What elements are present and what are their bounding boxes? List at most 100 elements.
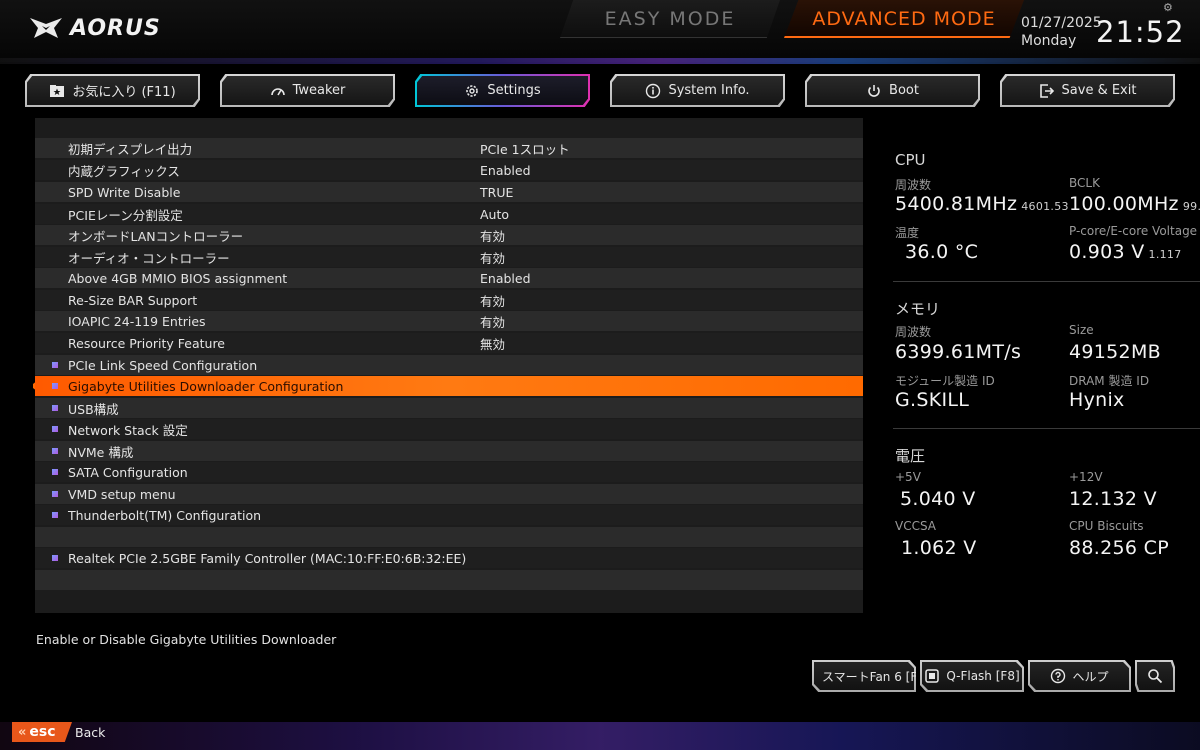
v12-value: 12.132 V (1069, 488, 1157, 510)
top-bar: AORUS EASY MODE ADVANCED MODE 01/27/2025… (0, 0, 1200, 62)
mem-freq-value: 6399.61MT/s (895, 341, 1022, 363)
bclk-main: 100.00MHz (1069, 193, 1179, 215)
submenu-item-selected[interactable]: Gigabyte Utilities Downloader Configurat… (35, 376, 863, 396)
setting-row[interactable]: オーディオ・コントローラー 有効 (35, 247, 863, 267)
tab-boot[interactable]: Boot (805, 74, 980, 107)
setting-value[interactable]: 無効 (480, 334, 505, 353)
search-button[interactable] (1135, 660, 1175, 692)
mem-freq-label: 周波数 (895, 325, 932, 339)
cpu-temp-label: 温度 (895, 226, 920, 240)
submenu-bullet-icon (52, 405, 58, 411)
dram-id-label: DRAM 製造 ID (1069, 374, 1150, 388)
v5-value: 5.040 V (900, 488, 976, 510)
setting-row[interactable]: Resource Priority Feature 無効 (35, 333, 863, 353)
help-label: ヘルプ (1072, 669, 1109, 684)
gauge-icon (270, 87, 285, 95)
info-divider (893, 428, 1200, 429)
setting-label: IOAPIC 24-119 Entries (68, 313, 206, 329)
submenu-bullet-icon (52, 555, 58, 561)
back-button[interactable]: Back (75, 725, 105, 740)
tab-save-exit[interactable]: Save & Exit (1000, 74, 1175, 107)
setting-label: Re-Size BAR Support (68, 292, 198, 308)
setting-row[interactable]: PCIEレーン分割設定 Auto (35, 204, 863, 224)
submenu-item[interactable]: Thunderbolt(TM) Configuration (35, 505, 863, 525)
tab-favorites[interactable]: お気に入り (F11) (25, 74, 200, 107)
easy-mode-button[interactable]: EASY MODE (560, 0, 780, 38)
bclk-label: BCLK (1069, 176, 1100, 190)
weekday-text: Monday (1021, 33, 1077, 49)
submenu-item[interactable]: SATA Configuration (35, 462, 863, 482)
cpu-freq-label: 周波数 (895, 178, 932, 192)
setting-row[interactable]: 初期ディスプレイ出力 PCIe 1スロット (35, 138, 863, 158)
date-display: 01/27/2025 Monday (1021, 14, 1102, 50)
mem-size-value: 49152MB (1069, 341, 1161, 363)
cpu-biscuits-value: 88.256 CP (1069, 537, 1169, 559)
qflash-label: Q-Flash [F8] (946, 669, 1020, 683)
esc-label: esc (29, 724, 56, 740)
submenu-item[interactable]: Network Stack 設定 (35, 419, 863, 439)
setting-label: 初期ディスプレイ出力 (68, 141, 193, 157)
module-id-value: G.SKILL (895, 389, 970, 411)
smart-fan-button[interactable]: スマートFan 6 [F (812, 660, 916, 692)
submenu-label: NVMe 構成 (68, 444, 134, 460)
submenu-item[interactable]: PCIe Link Speed Configuration (35, 355, 863, 375)
memory-section-title: メモリ (895, 300, 941, 318)
submenu-label: USB構成 (68, 401, 119, 417)
setting-row[interactable]: Re-Size BAR Support 有効 (35, 290, 863, 310)
help-button[interactable]: ヘルプ (1028, 660, 1131, 692)
exit-icon (1039, 83, 1054, 98)
setting-value[interactable]: 有効 (480, 226, 505, 245)
submenu-item[interactable]: VMD setup menu (35, 484, 863, 504)
mem-size-label: Size (1069, 323, 1094, 337)
submenu-label: Gigabyte Utilities Downloader Configurat… (68, 378, 344, 394)
setting-row[interactable]: SPD Write Disable TRUE (35, 182, 863, 202)
device-entry-label: Realtek PCIe 2.5GBE Family Controller (M… (68, 550, 467, 566)
setting-value[interactable]: 有効 (480, 248, 505, 267)
date-text: 01/27/2025 (1021, 15, 1102, 31)
core-voltage-main: 0.903 V (1069, 241, 1145, 263)
module-id-label: モジュール製造 ID (895, 374, 995, 388)
empty-row (35, 527, 863, 547)
tab-label: Boot (889, 83, 919, 98)
smart-fan-label: スマートFan 6 [F (822, 669, 916, 684)
setting-value[interactable]: Enabled (480, 271, 531, 286)
setting-label: PCIEレーン分割設定 (68, 207, 183, 223)
v5-label: +5V (895, 470, 921, 484)
main-tabs: お気に入り (F11) Tweaker Settings System Info… (0, 74, 1200, 108)
tab-settings[interactable]: Settings (415, 74, 590, 107)
setting-row[interactable]: IOAPIC 24-119 Entries 有効 (35, 311, 863, 331)
tab-tweaker[interactable]: Tweaker (220, 74, 395, 107)
setting-value[interactable]: 有効 (480, 312, 505, 331)
tab-system-info[interactable]: System Info. (610, 74, 785, 107)
submenu-item[interactable]: USB構成 (35, 398, 863, 418)
setting-value[interactable]: Enabled (480, 163, 531, 178)
star-folder-icon (50, 84, 65, 97)
submenu-label: SATA Configuration (68, 464, 188, 480)
settings-gear-icon[interactable]: ⚙ (1163, 1, 1173, 14)
setting-value[interactable]: Auto (480, 207, 509, 222)
setting-value[interactable]: TRUE (480, 185, 513, 200)
submenu-bullet-icon (52, 491, 58, 497)
submenu-label: PCIe Link Speed Configuration (68, 357, 258, 373)
tab-label: Save & Exit (1061, 83, 1137, 98)
top-glow-divider (0, 58, 1200, 64)
setting-value[interactable]: 有効 (480, 291, 505, 310)
advanced-mode-button[interactable]: ADVANCED MODE (784, 0, 1024, 38)
qflash-button[interactable]: Q-Flash [F8] (920, 660, 1024, 692)
setting-value[interactable]: PCIe 1スロット (480, 139, 570, 158)
device-entry[interactable]: Realtek PCIe 2.5GBE Family Controller (M… (35, 548, 863, 568)
submenu-bullet-icon (52, 448, 58, 454)
v12-label: +12V (1069, 470, 1103, 484)
submenu-item[interactable]: NVMe 構成 (35, 441, 863, 461)
esc-key-badge[interactable]: « esc (12, 722, 72, 742)
bottom-glow-bar (0, 722, 1200, 750)
search-icon (1148, 669, 1163, 684)
setting-row[interactable]: Above 4GB MMIO BIOS assignment Enabled (35, 268, 863, 288)
voltage-section-title: 電圧 (895, 447, 926, 465)
brand-logo: AORUS (28, 14, 161, 42)
setting-row[interactable]: 内蔵グラフィックス Enabled (35, 160, 863, 180)
setting-row[interactable]: オンボードLANコントローラー 有効 (35, 225, 863, 245)
tab-label: お気に入り (F11) (72, 85, 176, 100)
cpu-freq-value: 5400.81MHz 4601.53 (895, 193, 1069, 215)
info-divider (893, 281, 1200, 282)
